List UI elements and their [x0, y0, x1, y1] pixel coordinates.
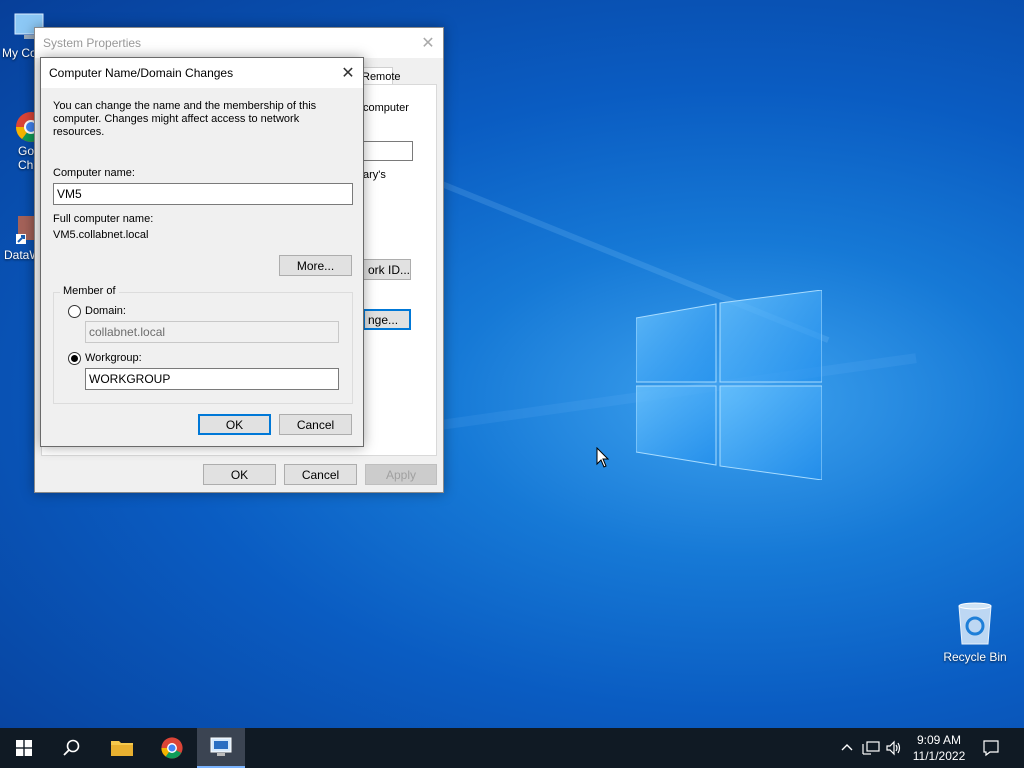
computer-description-field[interactable] — [363, 141, 413, 161]
system-properties-taskbar-button[interactable] — [197, 728, 245, 768]
cancel-button[interactable]: Cancel — [284, 464, 357, 485]
search-button[interactable] — [48, 728, 96, 768]
recycle-bin-icon — [958, 602, 992, 645]
folder-icon — [111, 741, 133, 756]
chevron-up-icon[interactable] — [840, 741, 854, 755]
ok-button[interactable]: OK — [203, 464, 276, 485]
change-button[interactable]: nge... — [363, 309, 411, 330]
panel-text-computer: computer — [363, 102, 409, 114]
windows-logo-wallpaper — [636, 290, 822, 480]
network-icon[interactable] — [862, 740, 880, 756]
taskbar: 9:09 AM 11/1/2022 — [0, 728, 1024, 768]
chrome-icon — [161, 737, 183, 759]
apply-button: Apply — [365, 464, 437, 485]
window-title: System Properties — [43, 36, 142, 50]
taskbar-clock[interactable]: 9:09 AM 11/1/2022 — [906, 732, 972, 764]
close-icon[interactable]: ✕ — [413, 28, 443, 58]
chrome-taskbar-button[interactable] — [148, 728, 196, 768]
desktop-icon-label: Recycle Bin — [943, 650, 1007, 664]
member-of-group: Member of Domain: collabnet.local Workgr… — [53, 285, 353, 404]
mouse-cursor-icon — [596, 447, 610, 468]
dialog-description: You can change the name and the membersh… — [53, 100, 317, 138]
windows-start-icon — [16, 740, 32, 756]
ok-button[interactable]: OK — [198, 414, 271, 435]
panel-text-arys: ary's — [363, 169, 386, 181]
tab-label: Remote — [362, 71, 401, 83]
domain-radio[interactable] — [68, 305, 81, 318]
network-id-button[interactable]: ork ID... — [363, 259, 411, 280]
workgroup-input[interactable]: WORKGROUP — [85, 368, 339, 390]
system-properties-titlebar[interactable]: System Properties ✕ — [35, 28, 443, 58]
system-properties-icon — [210, 737, 232, 756]
computer-name-dialog[interactable]: Computer Name/Domain Changes ✕ You can c… — [40, 57, 364, 447]
computer-name-label: Computer name: — [53, 167, 135, 179]
workgroup-label: Workgroup: — [85, 352, 142, 364]
member-of-label: Member of — [60, 285, 119, 297]
full-name-label: Full computer name: — [53, 213, 154, 225]
domain-label: Domain: — [85, 305, 126, 317]
search-icon — [63, 739, 80, 756]
clock-time: 9:09 AM — [916, 733, 962, 747]
cancel-button[interactable]: Cancel — [279, 414, 352, 435]
notification-icon[interactable] — [982, 739, 1000, 757]
clock-date: 11/1/2022 — [912, 749, 966, 763]
dialog-title: Computer Name/Domain Changes — [49, 66, 234, 80]
dialog-titlebar[interactable]: Computer Name/Domain Changes ✕ — [41, 58, 363, 88]
start-button[interactable] — [0, 728, 48, 768]
close-icon[interactable]: ✕ — [333, 58, 363, 88]
more-button[interactable]: More... — [279, 255, 352, 276]
full-name-value: VM5.collabnet.local — [53, 229, 149, 241]
domain-input: collabnet.local — [85, 321, 339, 343]
computer-name-input[interactable]: VM5 — [53, 183, 353, 205]
desktop-icon-recycle-bin[interactable]: Recycle Bin — [940, 600, 1010, 664]
workgroup-radio[interactable] — [68, 352, 81, 365]
volume-icon[interactable] — [885, 740, 903, 756]
file-explorer-button[interactable] — [98, 728, 146, 768]
